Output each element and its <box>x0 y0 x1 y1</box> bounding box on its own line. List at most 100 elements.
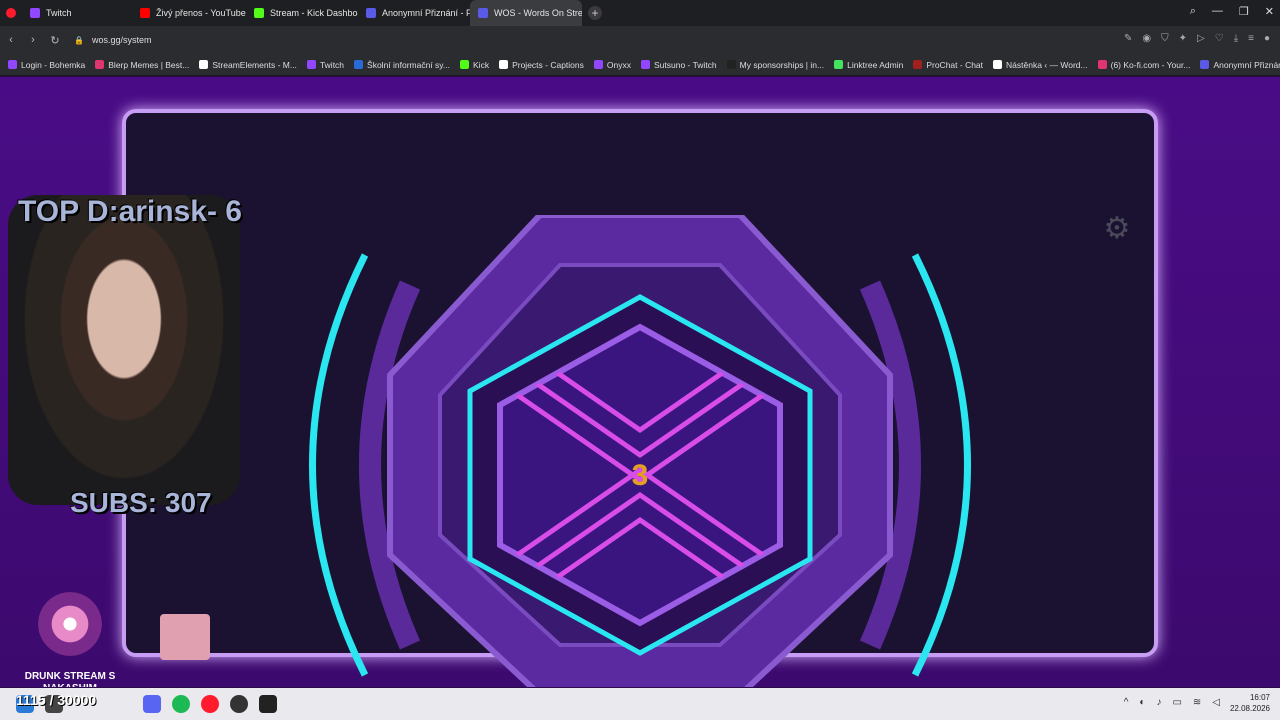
bookmark-item[interactable]: Login - Bohemka <box>8 60 89 70</box>
shield-icon[interactable]: ⛉ <box>1161 33 1169 44</box>
bookmark-item[interactable]: Sutsuno - Twitch <box>640 59 721 70</box>
bookmark-icon <box>726 60 736 69</box>
bookmark-item[interactable]: Onyxx <box>593 59 635 70</box>
bookmark-icon <box>834 60 844 69</box>
chevron-up-icon[interactable]: ^ <box>1124 697 1129 708</box>
flower-logo <box>38 592 102 656</box>
download-icon[interactable]: ⤓ <box>1234 33 1238 44</box>
stream-name: DRUNK STREAM S NAKASHIM <box>24 671 116 687</box>
window-controls: ⌕ — ❐ ✕ <box>1190 5 1274 18</box>
clock[interactable]: 16:07 22.08.2026 <box>1230 692 1270 714</box>
kick-icon <box>254 8 264 18</box>
monitor-icon[interactable]: ▭ <box>1172 697 1181 708</box>
bookmark-item[interactable]: StreamElements - M... <box>199 60 301 70</box>
discord-icon[interactable] <box>143 695 161 713</box>
bookmark-label: StreamElements - M... <box>212 59 297 70</box>
browser-tab-bar: Twitch Živý přenos - YouTube Stu Stream … <box>0 0 1280 26</box>
bookmark-item[interactable]: Kick <box>460 60 493 70</box>
bookmark-icon <box>199 60 209 69</box>
back-button[interactable]: ‹ <box>0 34 22 46</box>
taskbar <box>0 688 1280 720</box>
opera-icon[interactable] <box>201 695 219 713</box>
bookmark-icon <box>1097 60 1107 69</box>
bookmark-label: Linktree Admin <box>847 59 904 70</box>
bookmark-icon <box>1200 60 1210 69</box>
gear-icon[interactable]: ⚙ <box>1100 212 1134 246</box>
system-tray: ^ ◐ ♪ ▭ ≋ ◁ <box>1124 697 1220 708</box>
bookmark-item[interactable]: Anonymní Přiznání -... <box>1200 60 1280 70</box>
extensions-icon[interactable]: ✦ <box>1179 33 1187 44</box>
search-icon[interactable]: ⌕ <box>1190 5 1196 18</box>
bookmark-icon <box>640 60 650 69</box>
bookmark-label: Sutsuno - Twitch <box>653 59 717 70</box>
address-bar: ‹ › ↻ 🔒 wos.gg/system ✎ ◉ ⛉ ✦ ▷ ♡ ⤓ ≡ ● <box>0 26 1280 54</box>
bookmark-item[interactable]: Linktree Admin <box>834 60 907 70</box>
obs-icon[interactable] <box>230 695 248 713</box>
bookmark-icon <box>913 60 923 69</box>
wos-icon <box>478 8 488 18</box>
profile-icon[interactable]: ● <box>1264 33 1270 44</box>
bookmark-icon <box>499 60 509 69</box>
goal-counter: 1115 / 30000 <box>16 692 97 708</box>
volume-icon[interactable]: ◁ <box>1212 697 1220 708</box>
lock-icon: 🔒 <box>74 35 84 45</box>
edit-icon[interactable]: ✎ <box>1124 33 1132 44</box>
bookmark-item[interactable]: Blerp Memes | Best... <box>95 60 193 70</box>
opera-logo[interactable] <box>0 0 22 26</box>
tab-youtube[interactable]: Živý přenos - YouTube Stu <box>132 0 246 26</box>
mic-icon[interactable]: ♪ <box>1156 697 1161 708</box>
bookmark-label: My sponsorships | in... <box>739 59 825 70</box>
maximize-button[interactable]: ❐ <box>1239 5 1249 18</box>
bookmark-label: Onyxx <box>606 59 631 70</box>
tab-kick[interactable]: Stream - Kick Dashboard <box>246 0 358 26</box>
bookmark-icon <box>460 60 470 69</box>
tab-forms[interactable]: Anonymní Přiznání - Form <box>358 0 470 26</box>
bookmark-label: Projects - Captions <box>512 59 584 70</box>
menu-icon[interactable]: ≡ <box>1248 33 1254 44</box>
camera-icon[interactable]: ◉ <box>1142 33 1151 44</box>
spotify-icon[interactable] <box>172 695 190 713</box>
heart-icon[interactable]: ♡ <box>1215 33 1224 44</box>
countdown-hexagon: 3 <box>309 215 971 687</box>
neon-arc-right <box>911 253 971 677</box>
bookmarks-bar: Login - Bohemka Blerp Memes | Best... Stre… <box>0 54 1280 76</box>
bookmark-label: ProChat - Chat <box>926 59 984 70</box>
bookmark-item[interactable]: Projects - Captions <box>499 60 588 70</box>
bookmark-label: Twitch <box>319 59 345 70</box>
bookmark-icon <box>993 60 1003 69</box>
bookmark-label: Nástěnka ‹ — Word... <box>1006 59 1088 70</box>
bookmark-label: Školní informační sy... <box>367 59 451 70</box>
toolbar-icons: ✎ ◉ ⛉ ✦ ▷ ♡ ⤓ ≡ ● <box>1124 33 1270 44</box>
bookmark-label: Login - Bohemka <box>21 59 86 70</box>
app-icon[interactable] <box>259 695 277 713</box>
forms-icon <box>366 8 376 18</box>
network-icon[interactable]: ≋ <box>1193 697 1201 708</box>
bookmark-label: Anonymní Přiznání -... <box>1213 59 1280 70</box>
tab-label: Anonymní Přiznání - Form <box>382 8 470 18</box>
reload-button[interactable]: ↻ <box>44 34 66 47</box>
url-field[interactable]: 🔒 wos.gg/system <box>74 35 152 45</box>
bookmark-item[interactable]: (6) Ko-fi.com - Your... <box>1097 60 1195 70</box>
bookmark-item[interactable]: ProChat - Chat <box>913 60 987 70</box>
webcam-overlay <box>8 195 240 505</box>
bookmark-label: Blerp Memes | Best... <box>108 59 190 70</box>
clock-time: 16:07 <box>1249 693 1270 702</box>
tab-twitch[interactable]: Twitch <box>22 0 132 26</box>
bookmark-item[interactable]: Nástěnka ‹ — Word... <box>993 60 1092 70</box>
bookmark-label: Kick <box>473 59 490 70</box>
youtube-icon <box>140 8 150 18</box>
tab-wos[interactable]: WOS - Words On Stream <box>470 0 582 26</box>
play-icon[interactable]: ▷ <box>1197 33 1205 44</box>
bookmark-item[interactable]: My sponsorships | in... <box>726 59 828 70</box>
new-tab-button[interactable]: + <box>588 6 602 20</box>
bookmark-item[interactable]: Twitch <box>306 59 348 70</box>
neon-arc-left <box>309 253 369 677</box>
bookmark-icon <box>593 60 603 69</box>
subs-counter: SUBS: 307 <box>70 487 212 518</box>
minimize-button[interactable]: — <box>1212 5 1223 18</box>
bookmark-item[interactable]: Školní informační sy... <box>354 60 454 70</box>
steam-icon[interactable]: ◐ <box>1139 697 1145 708</box>
tab-label: Twitch <box>46 8 72 18</box>
close-button[interactable]: ✕ <box>1265 5 1274 18</box>
forward-button[interactable]: › <box>22 34 44 46</box>
